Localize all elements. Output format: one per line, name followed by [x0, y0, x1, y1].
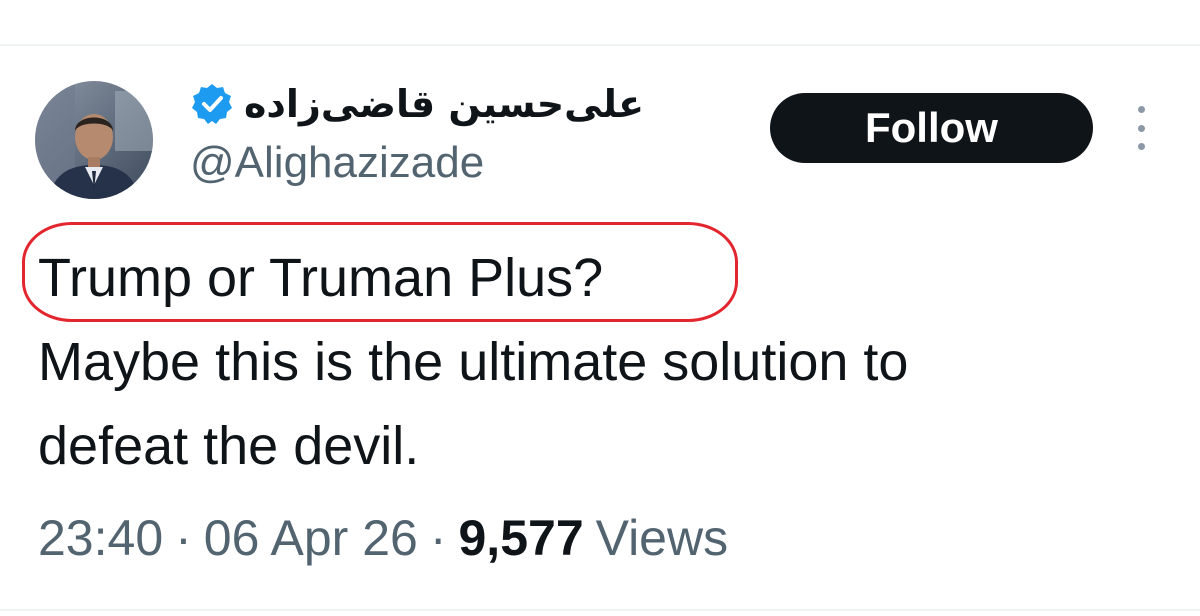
author-display-name[interactable]: علی‌حسین قاضی‌زاده [244, 82, 644, 126]
author-handle[interactable]: @Alighazizade [190, 138, 484, 188]
more-dot [1137, 124, 1145, 132]
meta-separator: · [429, 510, 447, 566]
tweet-line-3: defeat the devil. [38, 416, 420, 476]
more-vertical-icon[interactable] [1126, 106, 1156, 150]
tweet-line-2: Maybe this is the ultimate solution to [38, 332, 909, 392]
meta-separator: · [175, 510, 192, 566]
tweet-meta: 23:40 · 06 Apr 26 · 9,577 Views [38, 509, 728, 567]
red-highlight-annotation [22, 222, 738, 322]
avatar[interactable] [35, 81, 153, 199]
verified-badge-icon [190, 82, 234, 126]
more-dot [1137, 106, 1145, 113]
avatar-photo [35, 81, 153, 199]
top-divider [0, 44, 1200, 46]
tweet-date[interactable]: 06 Apr 26 [204, 509, 418, 567]
tweet-time[interactable]: 23:40 [38, 509, 163, 567]
views-label: Views [595, 510, 729, 566]
author-name-row: علی‌حسین قاضی‌زاده [190, 78, 644, 130]
views-count: 9,577 [458, 510, 584, 566]
follow-button[interactable]: Follow [770, 93, 1093, 163]
bottom-divider [0, 609, 1200, 611]
more-dot [1137, 143, 1145, 150]
